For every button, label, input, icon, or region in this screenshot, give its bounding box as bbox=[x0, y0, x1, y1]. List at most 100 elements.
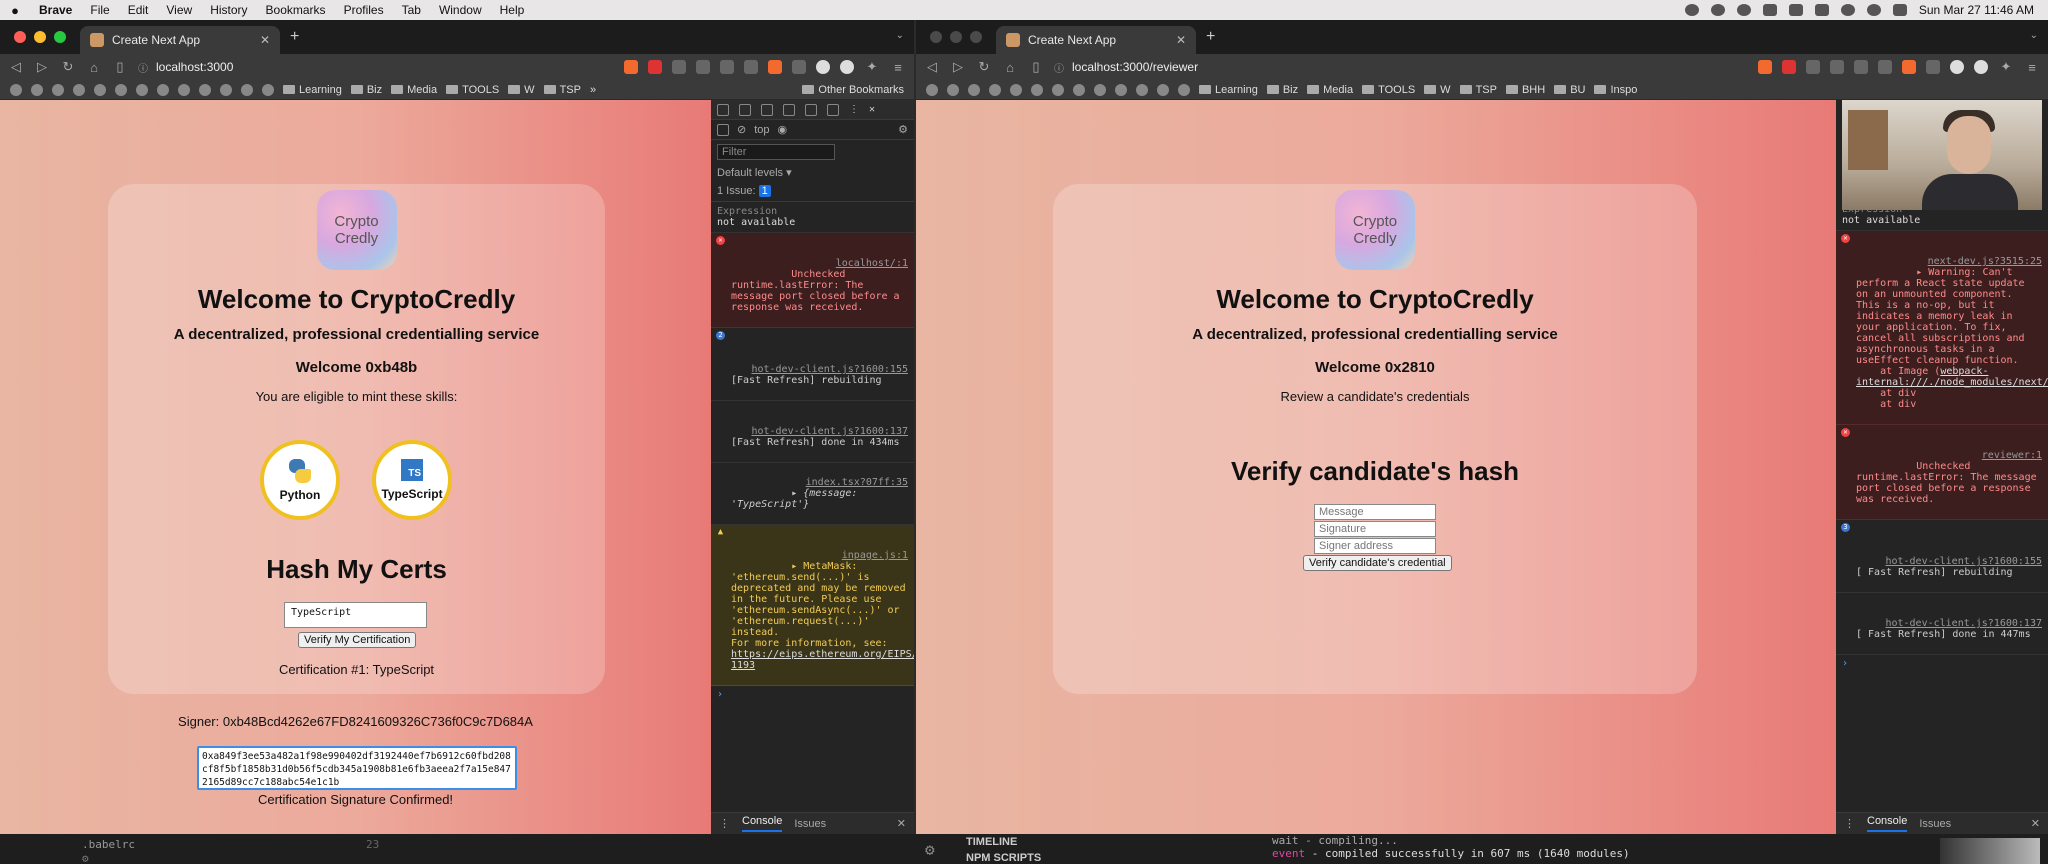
bookmark-favicon-icon[interactable] bbox=[136, 83, 148, 96]
metamask-icon[interactable] bbox=[768, 60, 782, 74]
bookmark-folder-bu[interactable]: BU bbox=[1554, 84, 1585, 96]
tab-search-chevron-icon[interactable]: ⌄ bbox=[896, 30, 904, 41]
bookmark-folder-biz[interactable]: Biz bbox=[1267, 84, 1298, 96]
log-source-link[interactable]: localhost/:1 bbox=[836, 258, 908, 269]
bookmark-favicon-icon[interactable] bbox=[1052, 83, 1064, 96]
bookmark-favicon-icon[interactable] bbox=[52, 83, 64, 96]
verify-my-certification-button[interactable]: Verify My Certification bbox=[298, 632, 417, 648]
menu-window[interactable]: Window bbox=[430, 3, 491, 17]
messages-icon[interactable] bbox=[805, 103, 817, 116]
metamask-icon[interactable] bbox=[1902, 60, 1916, 74]
menu-edit[interactable]: Edit bbox=[119, 3, 158, 17]
site-info-icon[interactable]: ⓘ bbox=[138, 60, 148, 75]
bookmark-folder-media[interactable]: Media bbox=[391, 84, 437, 96]
address-bar[interactable]: ⓘ localhost:3000/reviewer bbox=[1054, 57, 1748, 77]
device-toolbar-icon[interactable] bbox=[739, 103, 751, 116]
menu-profiles[interactable]: Profiles bbox=[335, 3, 393, 17]
timeline-section[interactable]: TIMELINE bbox=[966, 836, 1017, 848]
close-window-button[interactable] bbox=[14, 31, 26, 43]
message-input[interactable]: Message bbox=[1314, 504, 1436, 520]
inspect-element-icon[interactable] bbox=[717, 103, 729, 116]
bookmark-favicon-icon[interactable] bbox=[1178, 83, 1190, 96]
control-center-icon[interactable] bbox=[1892, 4, 1907, 16]
drawer-tab-issues[interactable]: Issues bbox=[794, 818, 826, 830]
extension-icon[interactable] bbox=[1926, 60, 1940, 74]
bookmark-favicon-icon[interactable] bbox=[115, 83, 127, 96]
sidebar-toggle-icon[interactable] bbox=[761, 103, 773, 116]
settings-gear-icon[interactable] bbox=[827, 103, 839, 116]
log-source-link[interactable]: hot-dev-client.js?1600:137 bbox=[1885, 618, 2042, 629]
bookmark-favicon-icon[interactable] bbox=[989, 83, 1001, 96]
log-object[interactable]: ▸ {message: 'TypeScript'} bbox=[731, 488, 863, 510]
eip-link[interactable]: https://eips.ethereum.org/EIPS/eip-1193 bbox=[731, 649, 914, 671]
extension-icon[interactable] bbox=[1854, 60, 1868, 74]
bookmark-favicon-icon[interactable] bbox=[220, 83, 232, 96]
expression-label[interactable]: Expression bbox=[717, 206, 908, 217]
bookmark-favicon-icon[interactable] bbox=[1073, 83, 1085, 96]
minimize-window-button[interactable] bbox=[34, 31, 46, 43]
bookmark-favicon-icon[interactable] bbox=[1010, 83, 1022, 96]
menu-bookmarks[interactable]: Bookmarks bbox=[257, 3, 335, 17]
signer-address-input[interactable]: Signer address bbox=[1314, 538, 1436, 554]
bookmark-icon[interactable]: ▯ bbox=[112, 59, 128, 75]
menu-help[interactable]: Help bbox=[491, 3, 534, 17]
extension-icon[interactable] bbox=[840, 60, 854, 74]
console-settings-icon[interactable]: ⚙ bbox=[898, 123, 908, 136]
menu-app-name[interactable]: Brave bbox=[30, 3, 81, 17]
bookmark-favicon-icon[interactable] bbox=[262, 83, 274, 96]
context-selector[interactable]: top bbox=[754, 124, 769, 136]
home-icon[interactable]: ⌂ bbox=[86, 60, 102, 75]
brave-rewards-icon[interactable] bbox=[648, 60, 662, 74]
log-source-link[interactable]: reviewer:1 bbox=[1982, 450, 2042, 461]
bookmark-folder-tsp[interactable]: TSP bbox=[1460, 84, 1497, 96]
bookmark-favicon-icon[interactable] bbox=[968, 83, 980, 96]
apple-icon[interactable]: ● bbox=[0, 3, 30, 18]
tab-create-next-app[interactable]: Create Next App ✕ bbox=[80, 26, 280, 54]
tab-create-next-app[interactable]: Create Next App ✕ bbox=[996, 26, 1196, 54]
bookmark-folder-bhh[interactable]: BHH bbox=[1506, 84, 1545, 96]
extension-icon[interactable] bbox=[1806, 60, 1820, 74]
reload-icon[interactable]: ↻ bbox=[976, 59, 992, 75]
issues-counter[interactable]: 1 Issue: 1 bbox=[711, 181, 914, 202]
site-info-icon[interactable]: ⓘ bbox=[1054, 60, 1064, 75]
extension-icon[interactable] bbox=[672, 60, 686, 74]
console-prompt[interactable]: › bbox=[1836, 655, 2048, 672]
wifi-icon[interactable] bbox=[1840, 4, 1855, 16]
tray-app-icon[interactable] bbox=[1788, 4, 1803, 16]
bookmark-icon[interactable]: ▯ bbox=[1028, 59, 1044, 75]
tab-search-chevron-icon[interactable]: ⌄ bbox=[2030, 30, 2038, 41]
log-source-link[interactable]: inpage.js:1 bbox=[842, 550, 908, 561]
search-icon[interactable] bbox=[1866, 4, 1881, 16]
forward-icon[interactable]: ▷ bbox=[950, 59, 966, 75]
log-source-link[interactable]: hot-dev-client.js?1600:155 bbox=[751, 364, 908, 375]
live-expression-eye-icon[interactable]: ◉ bbox=[778, 123, 788, 136]
battery-icon[interactable] bbox=[1814, 4, 1829, 16]
new-tab-button[interactable]: + bbox=[1196, 28, 1225, 46]
bookmark-folder-learning[interactable]: Learning bbox=[1199, 84, 1258, 96]
bookmark-favicon-icon[interactable] bbox=[199, 83, 211, 96]
drawer-menu-icon[interactable]: ⋮ bbox=[719, 817, 730, 830]
console-filter-input[interactable]: Filter bbox=[717, 144, 835, 160]
menu-icon[interactable]: ≡ bbox=[890, 60, 906, 75]
log-levels-dropdown[interactable]: Default levels ▾ bbox=[711, 164, 914, 181]
menu-file[interactable]: File bbox=[81, 3, 118, 17]
extension-icon[interactable] bbox=[1878, 60, 1892, 74]
close-drawer-icon[interactable]: ✕ bbox=[2031, 817, 2040, 830]
console-prompt[interactable]: › bbox=[711, 686, 914, 703]
close-tab-icon[interactable]: ✕ bbox=[1176, 33, 1186, 47]
minimize-window-button[interactable] bbox=[950, 31, 962, 43]
explorer-settings-icon[interactable]: ⚙ bbox=[82, 852, 89, 864]
npm-scripts-section[interactable]: NPM SCRIPTS bbox=[966, 852, 1041, 864]
bookmark-folder-biz[interactable]: Biz bbox=[351, 84, 382, 96]
back-icon[interactable]: ◁ bbox=[8, 59, 24, 75]
close-devtools-icon[interactable]: ✕ bbox=[869, 104, 875, 115]
profile-icon[interactable] bbox=[816, 60, 830, 74]
bookmark-favicon-icon[interactable] bbox=[31, 83, 43, 96]
home-icon[interactable]: ⌂ bbox=[1002, 60, 1018, 75]
signature-input[interactable]: Signature bbox=[1314, 521, 1436, 537]
profile-icon[interactable] bbox=[1950, 60, 1964, 74]
bookmark-folder-media[interactable]: Media bbox=[1307, 84, 1353, 96]
explorer-file-babelrc[interactable]: .babelrc bbox=[82, 838, 135, 851]
menu-tab[interactable]: Tab bbox=[393, 3, 430, 17]
brave-shields-icon[interactable] bbox=[1758, 60, 1772, 74]
